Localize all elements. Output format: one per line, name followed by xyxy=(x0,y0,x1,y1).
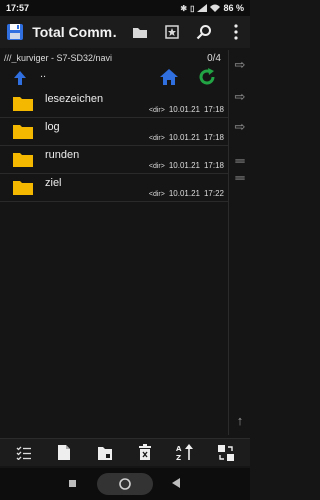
back-triangle-icon[interactable] xyxy=(172,478,180,488)
folder-icon xyxy=(133,27,147,38)
folder-icon xyxy=(13,181,33,195)
parent-directory-row[interactable]: .. xyxy=(0,66,228,90)
file-meta: <dir> 10.01.21 17:18 xyxy=(149,105,224,114)
new-folder-button[interactable] xyxy=(94,442,116,464)
new-file-button[interactable] xyxy=(53,442,75,464)
home-button[interactable] xyxy=(158,66,180,88)
equal-panels-icon[interactable]: ═ xyxy=(232,153,248,168)
file-time: 17:18 xyxy=(203,133,224,142)
app-title: Total Comm… xyxy=(32,24,118,40)
home-circle-icon xyxy=(119,478,131,490)
app-bar: Total Comm… xyxy=(0,16,250,48)
file-date: 10.01.21 xyxy=(168,105,200,114)
file-list: lesezeichen <dir> 10.01.21 17:18 log <di… xyxy=(0,90,228,202)
bookmark-icon xyxy=(165,25,179,39)
file-type: <dir> xyxy=(148,135,165,142)
file-time: 17:18 xyxy=(203,105,224,114)
battery-percent: 86 % xyxy=(223,3,244,13)
file-name: log xyxy=(45,121,60,133)
file-name: ziel xyxy=(45,177,62,189)
refresh-button[interactable] xyxy=(196,66,218,88)
more-button[interactable] xyxy=(222,18,250,46)
file-name: lesezeichen xyxy=(45,93,104,105)
status-icons: ✱ ▯ 86 % xyxy=(180,3,244,13)
bluetooth-icon: ✱ xyxy=(180,3,188,13)
search-button[interactable] xyxy=(190,18,218,46)
home-icon xyxy=(160,69,178,85)
pack-arrow-icon[interactable]: ⇨ xyxy=(232,119,248,134)
file-meta: <dir> 10.01.21 17:22 xyxy=(149,189,224,198)
folder-icon xyxy=(13,153,33,167)
recents-square-icon[interactable] xyxy=(69,480,76,487)
bookmark-button[interactable] xyxy=(158,18,186,46)
sort-icon: A Z xyxy=(176,444,194,461)
swap-panels-button[interactable] xyxy=(215,442,237,464)
signal-icon xyxy=(197,4,208,12)
folder-icon xyxy=(13,97,33,111)
new-file-icon xyxy=(58,445,71,460)
refresh-icon xyxy=(199,68,215,85)
file-row[interactable]: ziel <dir> 10.01.21 17:22 xyxy=(0,174,228,202)
app-actions xyxy=(126,18,250,46)
copy-arrow-icon[interactable]: ⇨ xyxy=(232,57,248,72)
swap-panels-icon xyxy=(217,444,234,461)
compare-panels-icon[interactable]: ═ xyxy=(232,170,248,185)
app-logo-icon xyxy=(0,16,29,48)
vibrate-icon: ▯ xyxy=(190,3,195,13)
file-date: 10.01.21 xyxy=(168,161,200,170)
parent-directory-label: .. xyxy=(40,68,47,80)
sort-button[interactable]: A Z xyxy=(174,442,196,464)
file-date: 10.01.21 xyxy=(168,133,200,142)
search-icon xyxy=(196,25,211,40)
system-nav-bar xyxy=(0,468,250,500)
file-date: 10.01.21 xyxy=(168,189,200,198)
file-type: <dir> xyxy=(148,163,165,170)
file-name: runden xyxy=(45,149,80,161)
file-meta: <dir> 10.01.21 17:18 xyxy=(149,133,224,142)
path-bar[interactable]: ///_kurviger - S7-SD32/navi 0/4 xyxy=(0,50,228,66)
file-meta: <dir> 10.01.21 17:18 xyxy=(149,161,224,170)
file-row[interactable]: log <dir> 10.01.21 17:18 xyxy=(0,118,228,146)
status-bar: 17:57 ✱ ▯ 86 % xyxy=(0,0,250,16)
delete-icon xyxy=(139,444,152,460)
side-panel: ⇨ ⇨ ⇨ ═ ═ ↑ xyxy=(228,50,250,435)
more-icon xyxy=(234,24,238,40)
up-arrow-icon xyxy=(0,70,40,86)
folder-icon xyxy=(13,125,33,139)
delete-button[interactable] xyxy=(134,442,156,464)
status-time: 17:57 xyxy=(6,3,30,13)
file-row[interactable]: lesezeichen <dir> 10.01.21 17:18 xyxy=(0,90,228,118)
folder-action-button[interactable] xyxy=(126,18,154,46)
file-time: 17:22 xyxy=(203,189,224,198)
move-arrow-icon[interactable]: ⇨ xyxy=(232,89,248,104)
new-folder-icon xyxy=(97,446,112,460)
select-list-icon xyxy=(16,446,32,460)
svg-text:A: A xyxy=(176,445,182,453)
svg-text:Z: Z xyxy=(176,454,181,461)
select-button[interactable] xyxy=(13,442,35,464)
home-pill-button[interactable] xyxy=(97,473,153,495)
bottom-toolbar: A Z xyxy=(0,438,250,466)
file-time: 17:18 xyxy=(203,161,224,170)
current-path[interactable]: ///_kurviger - S7-SD32/navi xyxy=(4,53,207,63)
file-row[interactable]: runden <dir> 10.01.21 17:18 xyxy=(0,146,228,174)
file-type: <dir> xyxy=(148,191,165,198)
file-type: <dir> xyxy=(148,107,165,114)
selection-count: 0/4 xyxy=(207,52,221,64)
scroll-top-arrow-icon[interactable]: ↑ xyxy=(232,413,248,428)
wifi-icon xyxy=(210,4,221,12)
